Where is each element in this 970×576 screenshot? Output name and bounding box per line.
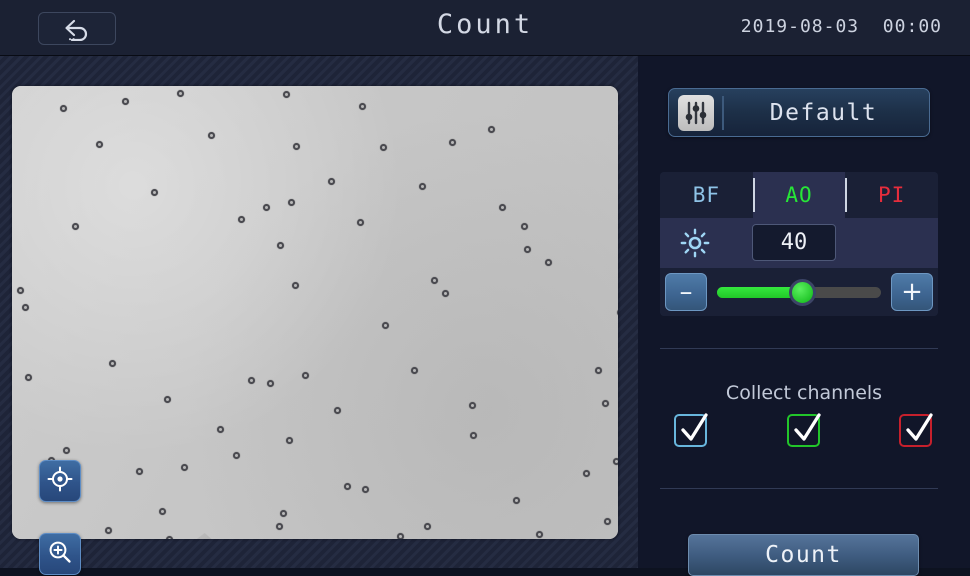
cell-marker xyxy=(280,510,287,517)
cell-marker xyxy=(419,183,426,190)
cell-marker xyxy=(488,126,495,133)
cell-marker xyxy=(602,400,609,407)
focus-target-button[interactable] xyxy=(39,460,81,502)
cell-marker xyxy=(166,536,173,539)
cell-marker xyxy=(380,144,387,151)
cell-marker xyxy=(288,199,295,206)
slider-knob[interactable] xyxy=(789,279,817,306)
cell-marker xyxy=(328,178,335,185)
datetime-label: 2019-08-03 00:00 xyxy=(740,16,942,37)
preset-label: Default xyxy=(769,99,878,126)
cell-marker xyxy=(63,447,70,454)
sliders-icon xyxy=(678,94,714,131)
cell-marker xyxy=(267,380,274,387)
header-bar: Count 2019-08-03 00:00 xyxy=(0,0,970,56)
brightness-increase-button[interactable]: + xyxy=(891,273,933,311)
cell-marker xyxy=(293,143,300,150)
cell-marker xyxy=(276,523,283,530)
channel-control-box: BF AO PI 40 – + xyxy=(660,172,938,316)
cell-marker xyxy=(263,204,270,211)
cell-marker xyxy=(136,468,143,475)
cell-marker xyxy=(277,242,284,249)
image-background xyxy=(12,86,618,539)
cell-marker xyxy=(545,259,552,266)
zoom-in-button[interactable] xyxy=(39,533,81,575)
channel-tabs: BF AO PI xyxy=(660,172,938,218)
cell-marker xyxy=(595,367,602,374)
brightness-sun-icon xyxy=(680,228,710,258)
collect-channels-label: Collect channels xyxy=(725,382,883,404)
brightness-value[interactable]: 40 xyxy=(752,224,836,261)
preset-default-button[interactable]: Default xyxy=(668,88,930,137)
cell-marker xyxy=(233,452,240,459)
cell-marker xyxy=(470,432,477,439)
cell-marker xyxy=(344,483,351,490)
cell-marker xyxy=(449,139,456,146)
cell-marker xyxy=(22,304,29,311)
divider-top xyxy=(660,348,938,349)
cell-marker xyxy=(96,141,103,148)
cell-marker xyxy=(286,437,293,444)
cell-marker xyxy=(469,402,476,409)
cell-marker xyxy=(248,377,255,384)
checkbox-pi[interactable] xyxy=(899,413,933,447)
crosshair-target-icon xyxy=(47,466,73,496)
cell-marker xyxy=(499,204,506,211)
cell-marker xyxy=(524,246,531,253)
cell-marker xyxy=(151,189,158,196)
cell-marker xyxy=(583,470,590,477)
tab-bf[interactable]: BF xyxy=(660,172,753,218)
cell-marker xyxy=(604,518,611,525)
cell-marker xyxy=(521,223,528,230)
brightness-slider[interactable] xyxy=(717,273,881,311)
cell-marker xyxy=(105,527,112,534)
control-panel: Default BF AO PI 40 – + Collect channels… xyxy=(638,56,970,576)
cell-marker xyxy=(359,103,366,110)
cell-marker xyxy=(122,98,129,105)
cell-marker xyxy=(177,90,184,97)
cell-marker xyxy=(442,290,449,297)
brightness-decrease-button[interactable]: – xyxy=(665,273,707,311)
cell-marker xyxy=(397,533,404,539)
divider-bottom xyxy=(660,488,938,489)
cell-marker xyxy=(217,426,224,433)
checkbox-bf[interactable] xyxy=(674,413,708,447)
cell-marker xyxy=(613,458,618,465)
brightness-slider-row: – + xyxy=(660,268,938,316)
cell-marker xyxy=(382,322,389,329)
cell-marker xyxy=(513,497,520,504)
cell-marker xyxy=(283,91,290,98)
cell-marker xyxy=(208,132,215,139)
cell-marker xyxy=(238,216,245,223)
cell-marker xyxy=(181,464,188,471)
cell-marker xyxy=(617,309,618,316)
collect-channels-checkboxes xyxy=(674,413,933,447)
cell-marker xyxy=(60,105,67,112)
checkbox-ao[interactable] xyxy=(786,413,821,447)
cell-marker xyxy=(164,396,171,403)
cell-marker xyxy=(536,531,543,538)
cell-marker xyxy=(292,282,299,289)
cell-marker xyxy=(25,374,32,381)
cell-marker xyxy=(431,277,438,284)
cell-marker xyxy=(362,486,369,493)
viewer-stage xyxy=(0,56,638,575)
cell-marker xyxy=(411,367,418,374)
cell-marker xyxy=(17,287,24,294)
cell-marker xyxy=(109,360,116,367)
microscope-image-panel[interactable] xyxy=(12,86,618,539)
cell-marker xyxy=(424,523,431,530)
cell-marker xyxy=(159,508,166,515)
cell-marker xyxy=(357,219,364,226)
count-button[interactable]: Count xyxy=(688,534,919,576)
app-root: Count 2019-08-03 00:00 Default BF AO PI … xyxy=(0,0,970,576)
cell-marker xyxy=(334,407,341,414)
tab-ao[interactable]: AO xyxy=(752,172,846,218)
cell-marker xyxy=(72,223,79,230)
brightness-row: 40 xyxy=(660,218,938,268)
cell-marker xyxy=(302,372,309,379)
tab-pi[interactable]: PI xyxy=(845,172,938,218)
zoom-in-icon xyxy=(47,539,73,569)
